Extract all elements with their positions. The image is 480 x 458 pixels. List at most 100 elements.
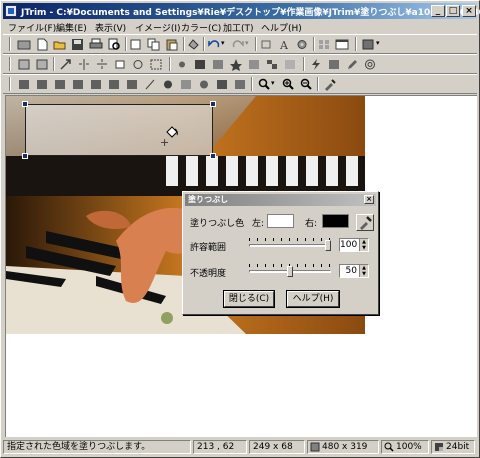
- sharpen-icon[interactable]: [229, 58, 243, 71]
- filter10-icon[interactable]: [179, 78, 193, 91]
- trim-icon[interactable]: [131, 58, 145, 71]
- redo-dropdown-icon[interactable]: ▾: [245, 39, 249, 47]
- help-button[interactable]: ヘルプ(H): [286, 290, 340, 308]
- app-window: JTrim - C:¥Documents and Settings¥Rie¥デス…: [0, 0, 480, 458]
- mosaic-icon[interactable]: [265, 58, 279, 71]
- filter2-icon[interactable]: [35, 78, 49, 91]
- zoom-out-icon[interactable]: [299, 78, 313, 91]
- menu-image[interactable]: イメージ(I): [135, 21, 181, 34]
- batch-icon[interactable]: [361, 38, 375, 51]
- redo-icon[interactable]: [231, 38, 245, 51]
- tolerance-spinbox[interactable]: 100 ▲ ▼: [339, 238, 369, 252]
- grayscale-icon[interactable]: [327, 58, 341, 71]
- zoom-dropdown-icon[interactable]: ▾: [271, 79, 275, 87]
- filter6-icon[interactable]: [107, 78, 121, 91]
- copy-icon[interactable]: [147, 38, 161, 51]
- opacity-slider[interactable]: [249, 264, 331, 278]
- maximize-button[interactable]: □: [446, 5, 460, 17]
- undo-dropdown-icon[interactable]: ▾: [221, 39, 225, 47]
- toolbar-separator: [53, 57, 55, 71]
- minimize-button[interactable]: _: [431, 5, 445, 17]
- toolbar-standard: ▾ ▾ A ▾: [3, 34, 477, 54]
- toolbar-separator: [255, 37, 257, 51]
- flip-horizontal-icon[interactable]: [77, 58, 91, 71]
- color-picker-button[interactable]: [356, 214, 374, 231]
- filter13-icon[interactable]: [233, 78, 247, 91]
- title-bar[interactable]: JTrim - C:¥Documents and Settings¥Rie¥デス…: [3, 3, 480, 19]
- fill-dialog-title-bar[interactable]: 塗りつぶし ×: [185, 194, 376, 206]
- rotate-left-icon[interactable]: [17, 58, 31, 71]
- filter11-icon[interactable]: [197, 78, 211, 91]
- pen-icon[interactable]: [345, 58, 359, 71]
- close-button[interactable]: ×: [462, 5, 476, 17]
- selection-handle-tl[interactable]: [22, 101, 28, 107]
- left-color-swatch[interactable]: [267, 214, 294, 228]
- save-icon[interactable]: [71, 38, 85, 51]
- tolerance-thumb[interactable]: [325, 240, 331, 251]
- selection-rectangle[interactable]: [25, 104, 213, 156]
- menu-help[interactable]: ヘルプ(H): [261, 21, 302, 34]
- noise-icon[interactable]: [283, 58, 297, 71]
- gamma-icon[interactable]: [211, 58, 225, 71]
- clipboard-capture-icon[interactable]: [187, 38, 201, 51]
- filter4-icon[interactable]: [71, 78, 85, 91]
- selection-handle-tr[interactable]: [210, 101, 216, 107]
- menu-edit[interactable]: 編集(E): [56, 21, 87, 34]
- undo-icon[interactable]: [207, 38, 221, 51]
- eyedropper-icon[interactable]: [323, 78, 337, 91]
- print-preview-icon[interactable]: [107, 38, 121, 51]
- new-file-icon[interactable]: [35, 38, 49, 51]
- blur-icon[interactable]: [247, 58, 261, 71]
- right-color-swatch[interactable]: [322, 214, 349, 228]
- filter12-icon[interactable]: [215, 78, 229, 91]
- border-icon[interactable]: [149, 58, 163, 71]
- zoom-level: 100%: [381, 440, 429, 454]
- status-bar: 指定された色域を塗りつぶします。 213 , 62 249 x 68 480 x…: [3, 439, 477, 455]
- app-icon[interactable]: [5, 5, 17, 17]
- open-folder-icon[interactable]: [53, 38, 67, 51]
- menu-view[interactable]: 表示(V): [95, 21, 126, 34]
- cut-icon[interactable]: [129, 38, 143, 51]
- window-title: JTrim - C:¥Documents and Settings¥Rie¥デス…: [21, 8, 480, 18]
- close-dialog-button[interactable]: 閉じる(C): [223, 290, 275, 308]
- filter9-icon[interactable]: [161, 78, 175, 91]
- fill-color-label: 塗りつぶし色: [190, 219, 245, 229]
- batch-dropdown-icon[interactable]: ▾: [376, 39, 380, 47]
- lightning-icon[interactable]: [309, 58, 323, 71]
- menu-process[interactable]: 加工(T): [223, 21, 254, 34]
- window-icon[interactable]: [335, 38, 349, 51]
- paste-icon[interactable]: [165, 38, 179, 51]
- tolerance-spin-arrows-icon[interactable]: ▲ ▼: [359, 239, 368, 251]
- resize-icon[interactable]: [59, 58, 73, 71]
- opacity-spinbox[interactable]: 50 ▲ ▼: [339, 264, 369, 278]
- brightness-icon[interactable]: [175, 58, 189, 71]
- zoom-in-icon[interactable]: [281, 78, 295, 91]
- selection-handle-br[interactable]: [210, 153, 216, 159]
- menu-color[interactable]: カラー(C): [181, 21, 221, 34]
- filter8-icon[interactable]: [143, 78, 157, 91]
- zoom-icon[interactable]: [257, 78, 271, 91]
- rotate-right-icon[interactable]: [35, 58, 49, 71]
- filter1-icon[interactable]: [17, 78, 31, 91]
- flip-vertical-icon[interactable]: [95, 58, 109, 71]
- grid-icon[interactable]: [317, 38, 331, 51]
- crop-icon[interactable]: [259, 38, 273, 51]
- fill-dialog-close-button[interactable]: ×: [364, 195, 374, 204]
- depth-value: 24bit: [446, 442, 470, 452]
- scan-icon[interactable]: [17, 38, 31, 51]
- text-icon[interactable]: A: [277, 38, 291, 51]
- menu-file[interactable]: ファイル(F): [8, 21, 56, 34]
- free-rotate-icon[interactable]: [113, 58, 127, 71]
- filter7-icon[interactable]: [125, 78, 139, 91]
- filter5-icon[interactable]: [89, 78, 103, 91]
- menu-bar: ファイル(F) 編集(E) 表示(V) イメージ(I) カラー(C) 加工(T)…: [3, 20, 477, 34]
- filter3-icon[interactable]: [53, 78, 67, 91]
- gear-icon[interactable]: [295, 38, 309, 51]
- opacity-thumb[interactable]: [287, 266, 293, 277]
- opacity-spin-arrows-icon[interactable]: ▲ ▼: [359, 265, 368, 277]
- print-icon[interactable]: [89, 38, 103, 51]
- circle-icon[interactable]: [363, 58, 377, 71]
- contrast-icon[interactable]: [193, 58, 207, 71]
- tolerance-slider[interactable]: [249, 238, 331, 252]
- selection-handle-bl[interactable]: [22, 153, 28, 159]
